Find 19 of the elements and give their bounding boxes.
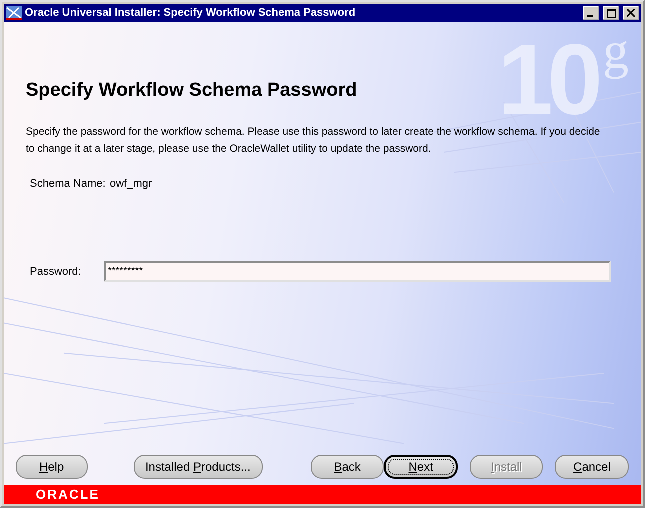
navigation-button[interactable]: Back bbox=[310, 455, 384, 479]
close-icon bbox=[627, 9, 635, 17]
window-title: Oracle Universal Installer: Specify Workflow Schema Password bbox=[25, 7, 357, 19]
close-button[interactable] bbox=[623, 6, 639, 20]
schema-name-label: Schema Name: bbox=[30, 178, 107, 190]
dialog-button[interactable]: Installed Products... bbox=[134, 455, 263, 479]
maximize-button[interactable] bbox=[603, 6, 619, 20]
maximize-icon bbox=[606, 8, 616, 18]
installer-icon bbox=[6, 6, 22, 20]
minimize-button[interactable] bbox=[583, 6, 599, 20]
page-description: Specify the password for the workflow schema. Please use this password to later create the workflow schema. If you decide to change it at a later stage, please use the OracleWallet utility to update the password. bbox=[26, 125, 602, 157]
dialog-button[interactable]: Help bbox=[16, 455, 88, 479]
schema-name-value: owf_mgr bbox=[110, 178, 152, 190]
navigation-button[interactable]: Next bbox=[384, 455, 458, 479]
brand-logo: ORACLE bbox=[36, 487, 100, 502]
navigation-button[interactable]: Cancel bbox=[555, 455, 629, 479]
page-heading: Specify Workflow Schema Password bbox=[26, 80, 358, 102]
password-label: Password: bbox=[30, 266, 82, 278]
password-field[interactable]: ********* bbox=[104, 261, 611, 282]
